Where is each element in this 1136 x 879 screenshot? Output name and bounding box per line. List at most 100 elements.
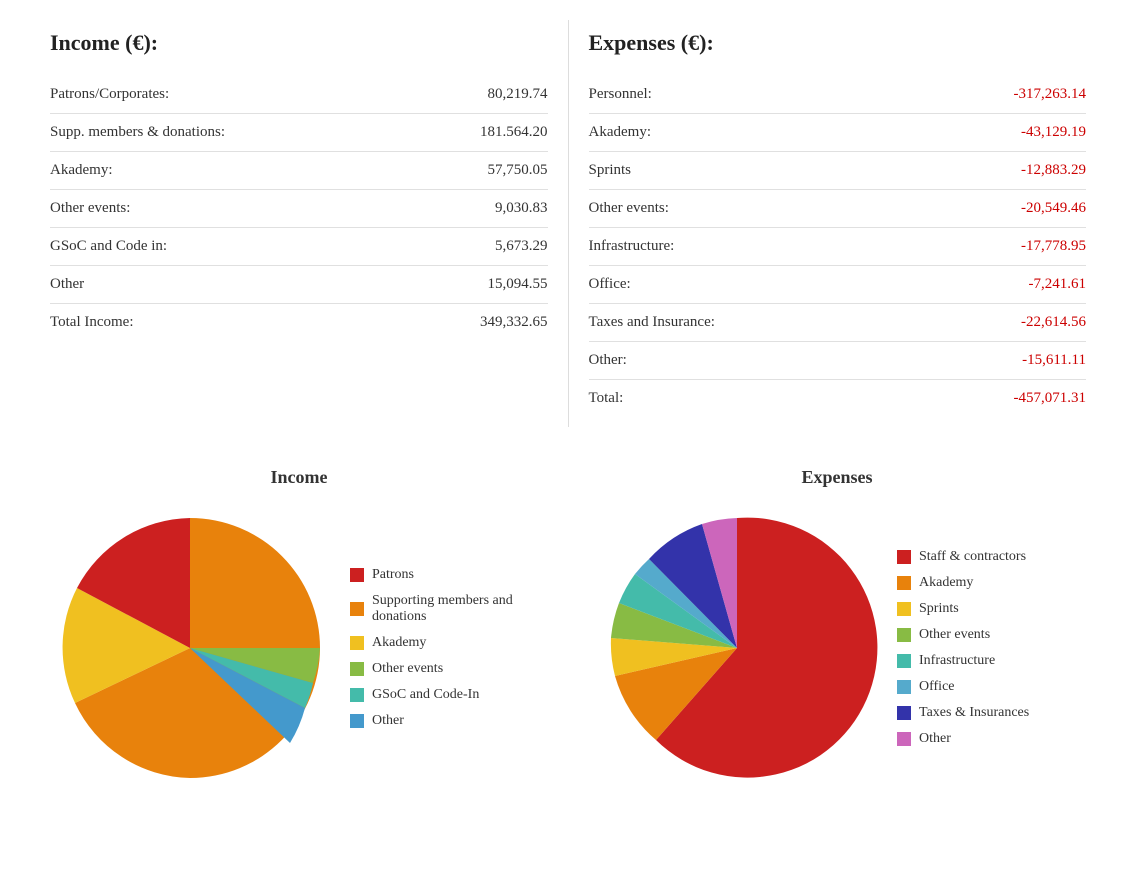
expenses-label-total: Total:: [589, 390, 624, 407]
income-legend-color-supp: [350, 602, 364, 616]
income-legend-other: Other: [350, 713, 548, 729]
expenses-label-akademy: Akademy:: [589, 124, 651, 141]
income-row-patrons: Patrons/Corporates: 80,219.74: [50, 76, 548, 114]
expenses-legend-color-sprints: [897, 602, 911, 616]
page: Income (€): Patrons/Corporates: 80,219.7…: [0, 0, 1136, 879]
income-label-total: Total Income:: [50, 314, 134, 331]
income-label-other-events: Other events:: [50, 200, 130, 217]
income-row-total: Total Income: 349,332.65: [50, 304, 548, 341]
income-legend-supp: Supporting members and donations: [350, 593, 548, 625]
income-chart-area: Patrons Supporting members and donations…: [50, 508, 548, 788]
income-row-supp: Supp. members & donations: 181.564.20: [50, 114, 548, 152]
income-row-akademy: Akademy: 57,750.05: [50, 152, 548, 190]
expenses-legend-color-office: [897, 680, 911, 694]
income-label-patrons: Patrons/Corporates:: [50, 86, 169, 103]
income-legend-label-patrons: Patrons: [372, 567, 414, 583]
expenses-legend-color-staff: [897, 550, 911, 564]
expenses-legend-color-other: [897, 732, 911, 746]
expenses-title: Expenses (€):: [589, 30, 1087, 56]
income-row-other-events: Other events: 9,030.83: [50, 190, 548, 228]
income-chart-container: Income: [30, 457, 568, 798]
income-legend-color-gsoc: [350, 688, 364, 702]
income-legend-color-patrons: [350, 568, 364, 582]
income-pie-chart: [50, 508, 330, 788]
expenses-value-infra: -17,778.95: [1021, 238, 1086, 255]
expenses-row-other-events: Other events: -20,549.46: [589, 190, 1087, 228]
expenses-value-akademy: -43,129.19: [1021, 124, 1086, 141]
income-title: Income (€):: [50, 30, 548, 56]
expenses-value-personnel: -317,263.14: [1014, 86, 1087, 103]
income-legend-color-other-events: [350, 662, 364, 676]
expenses-legend-label-other-events: Other events: [919, 627, 990, 643]
expenses-legend-label-sprints: Sprints: [919, 601, 959, 617]
expenses-legend-label-other: Other: [919, 731, 951, 747]
expenses-chart-container: Expenses: [568, 457, 1106, 798]
expenses-legend-label-taxes: Taxes & Insurances: [919, 705, 1029, 721]
expenses-value-taxes: -22,614.56: [1021, 314, 1086, 331]
income-legend-other-events: Other events: [350, 661, 548, 677]
income-value-other-events: 9,030.83: [495, 200, 548, 217]
expenses-legend-akademy: Akademy: [897, 575, 1077, 591]
expenses-row-infra: Infrastructure: -17,778.95: [589, 228, 1087, 266]
expenses-legend-color-infra: [897, 654, 911, 668]
income-value-akademy: 57,750.05: [488, 162, 548, 179]
expenses-label-taxes: Taxes and Insurance:: [589, 314, 715, 331]
expenses-label-other: Other:: [589, 352, 627, 369]
income-legend-color-akademy: [350, 636, 364, 650]
income-label-akademy: Akademy:: [50, 162, 112, 179]
expenses-chart-area: Staff & contractors Akademy Sprints Othe…: [597, 508, 1077, 788]
expenses-legend-taxes: Taxes & Insurances: [897, 705, 1077, 721]
expenses-value-other: -15,611.11: [1022, 352, 1086, 369]
expenses-value-office: -7,241.61: [1029, 276, 1087, 293]
expenses-legend-label-akademy: Akademy: [919, 575, 973, 591]
expenses-row-personnel: Personnel: -317,263.14: [589, 76, 1087, 114]
income-legend-akademy: Akademy: [350, 635, 548, 651]
income-table: Income (€): Patrons/Corporates: 80,219.7…: [30, 20, 568, 427]
income-row-gsoc: GSoC and Code in: 5,673.29: [50, 228, 548, 266]
income-legend-label-other-events: Other events: [372, 661, 443, 677]
income-chart-title: Income: [271, 467, 328, 488]
expenses-legend-office: Office: [897, 679, 1077, 695]
expenses-pie-chart: [597, 508, 877, 788]
income-label-supp: Supp. members & donations:: [50, 124, 225, 141]
expenses-legend-label-staff: Staff & contractors: [919, 549, 1026, 565]
expenses-legend-color-akademy: [897, 576, 911, 590]
expenses-table: Expenses (€): Personnel: -317,263.14 Aka…: [569, 20, 1107, 427]
expenses-legend-sprints: Sprints: [897, 601, 1077, 617]
expenses-legend-other: Other: [897, 731, 1077, 747]
expenses-row-sprints: Sprints -12,883.29: [589, 152, 1087, 190]
income-legend-patrons: Patrons: [350, 567, 548, 583]
income-value-supp: 181.564.20: [480, 124, 548, 141]
income-value-other: 15,094.55: [488, 276, 548, 293]
income-value-total: 349,332.65: [480, 314, 548, 331]
expenses-legend-staff: Staff & contractors: [897, 549, 1077, 565]
income-legend: Patrons Supporting members and donations…: [350, 567, 548, 729]
expenses-row-other: Other: -15,611.11: [589, 342, 1087, 380]
expenses-label-infra: Infrastructure:: [589, 238, 675, 255]
expenses-legend-color-taxes: [897, 706, 911, 720]
expenses-legend-color-other-events: [897, 628, 911, 642]
expenses-legend-label-office: Office: [919, 679, 955, 695]
income-legend-label-akademy: Akademy: [372, 635, 426, 651]
income-label-gsoc: GSoC and Code in:: [50, 238, 167, 255]
income-value-patrons: 80,219.74: [488, 86, 548, 103]
expenses-value-sprints: -12,883.29: [1021, 162, 1086, 179]
expenses-row-akademy: Akademy: -43,129.19: [589, 114, 1087, 152]
expenses-legend: Staff & contractors Akademy Sprints Othe…: [897, 549, 1077, 747]
expenses-label-office: Office:: [589, 276, 631, 293]
expenses-legend-label-infra: Infrastructure: [919, 653, 995, 669]
income-legend-color-other: [350, 714, 364, 728]
income-value-gsoc: 5,673.29: [495, 238, 548, 255]
expenses-row-taxes: Taxes and Insurance: -22,614.56: [589, 304, 1087, 342]
expenses-row-total: Total: -457,071.31: [589, 380, 1087, 417]
expenses-legend-other-events: Other events: [897, 627, 1077, 643]
expenses-chart-title: Expenses: [801, 467, 872, 488]
top-section: Income (€): Patrons/Corporates: 80,219.7…: [30, 20, 1106, 427]
expenses-label-sprints: Sprints: [589, 162, 632, 179]
income-legend-label-gsoc: GSoC and Code-In: [372, 687, 479, 703]
income-row-other: Other 15,094.55: [50, 266, 548, 304]
charts-section: Income: [30, 457, 1106, 798]
expenses-value-total: -457,071.31: [1014, 390, 1087, 407]
income-legend-label-supp: Supporting members and donations: [372, 593, 548, 625]
expenses-value-other-events: -20,549.46: [1021, 200, 1086, 217]
